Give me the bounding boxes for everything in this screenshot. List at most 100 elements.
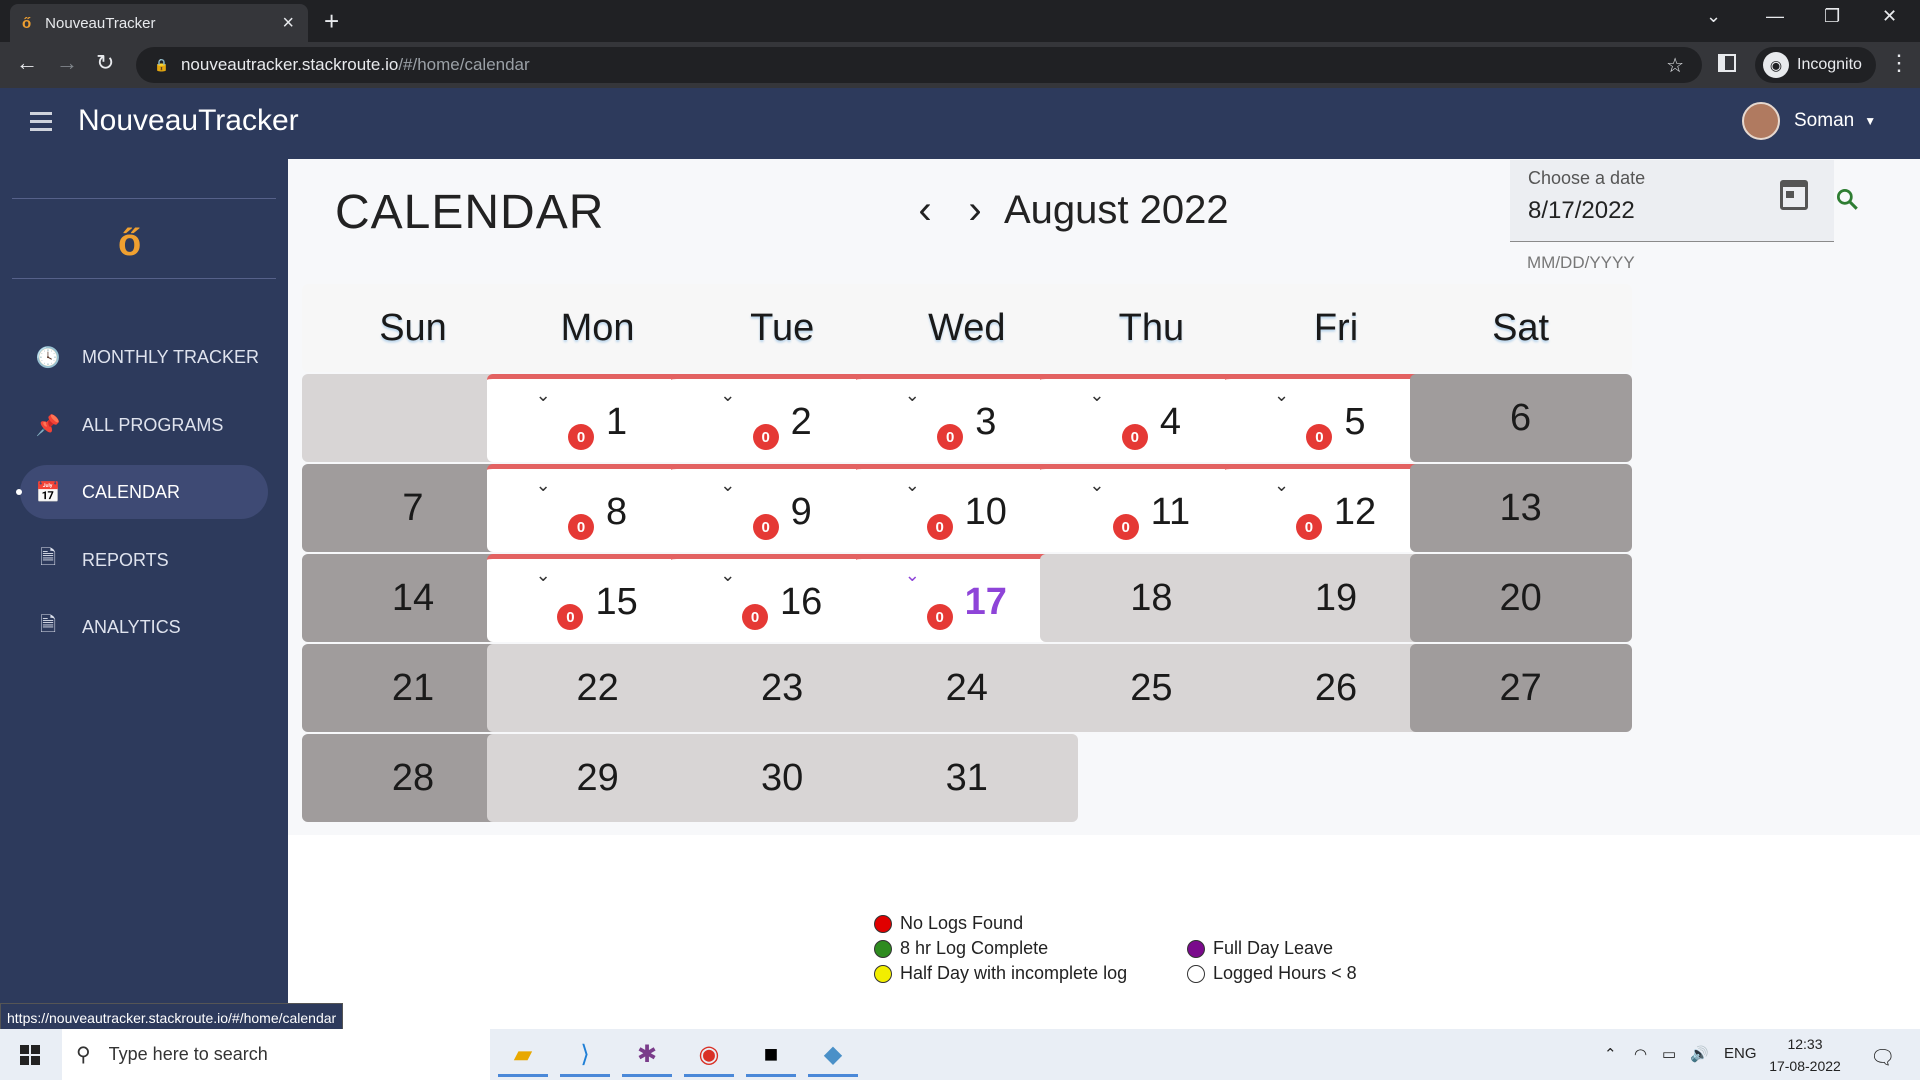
- expand-chevron-icon[interactable]: ⌄: [536, 565, 551, 586]
- day-number: 21: [391, 666, 435, 709]
- app-title: NouveauTracker: [78, 104, 299, 137]
- active-indicator: [16, 489, 22, 495]
- sidebar-item-reports[interactable]: 🗎 REPORTS: [20, 533, 268, 587]
- volume-icon[interactable]: 🔊: [1690, 1045, 1709, 1063]
- day-number: 30: [761, 756, 804, 799]
- window-close-icon[interactable]: ✕: [1882, 6, 1897, 27]
- day-number: 11: [1150, 491, 1191, 533]
- browser-tab-strip: ő NouveauTracker × + ⌄ — ❐ ✕: [0, 0, 1920, 42]
- incognito-icon: ◉: [1763, 52, 1789, 78]
- app-favicon-icon: ő: [22, 14, 32, 32]
- log-count-badge: 0: [926, 604, 953, 630]
- day-cell[interactable]: 13: [1409, 464, 1632, 552]
- sidebar-item-analytics[interactable]: 🗎 ANALYTICS: [20, 600, 268, 654]
- log-count-badge: 0: [937, 424, 964, 450]
- expand-chevron-icon[interactable]: ⌄: [1274, 385, 1289, 406]
- bookmark-star-icon[interactable]: ☆: [1666, 53, 1684, 78]
- legend-label: Half Day with incomplete log: [900, 963, 1128, 983]
- log-count-badge: 0: [926, 514, 953, 540]
- side-panel-icon[interactable]: [1718, 54, 1736, 72]
- address-bar[interactable]: 🔒 nouveautracker.stackroute.io/#/home/ca…: [136, 47, 1702, 83]
- windows-start-icon[interactable]: [20, 1045, 40, 1065]
- day-number: 10: [964, 491, 1007, 533]
- legend-dot: [1187, 964, 1205, 983]
- chrome-icon[interactable]: ◉: [684, 1035, 734, 1077]
- taskbar-search-box[interactable]: ⚲ Type here to search: [62, 1029, 490, 1080]
- browser-menu-icon[interactable]: ⋮: [1888, 50, 1910, 76]
- legend-label: No Logs Found: [900, 913, 1024, 933]
- date-field-value[interactable]: 8/17/2022: [1528, 197, 1816, 225]
- log-count-badge: 0: [557, 604, 584, 630]
- minimize-icon[interactable]: —: [1766, 6, 1784, 27]
- day-cell[interactable]: 20: [1409, 554, 1632, 642]
- notifications-icon[interactable]: 🗨: [1870, 1045, 1895, 1070]
- search-icon[interactable]: [1834, 186, 1860, 212]
- intellij-icon[interactable]: ■: [746, 1035, 796, 1077]
- weekday-header: Sat: [1409, 284, 1632, 372]
- expand-chevron-icon[interactable]: ⌄: [720, 475, 735, 496]
- hamburger-menu-icon[interactable]: [30, 112, 52, 136]
- language-indicator[interactable]: ENG: [1724, 1045, 1757, 1062]
- new-tab-icon[interactable]: +: [324, 6, 339, 37]
- expand-chevron-icon[interactable]: ⌄: [1274, 475, 1289, 496]
- tab-title: NouveauTracker: [45, 14, 156, 32]
- expand-chevron-icon[interactable]: ⌄: [905, 385, 920, 406]
- date-picker-field[interactable]: Choose a date 8/17/2022: [1510, 160, 1834, 242]
- incognito-label: Incognito: [1797, 56, 1862, 73]
- day-cell[interactable]: 27: [1409, 644, 1632, 732]
- user-menu[interactable]: Soman ▼: [1742, 102, 1876, 140]
- avatar: [1742, 102, 1780, 140]
- link-status-bubble: https://nouveautracker.stackroute.io/#/h…: [0, 1003, 344, 1030]
- restore-icon[interactable]: ❐: [1824, 6, 1840, 27]
- tab-search-icon[interactable]: ⌄: [1706, 6, 1721, 27]
- legend-area: [288, 835, 1920, 1029]
- expand-chevron-icon[interactable]: ⌄: [720, 565, 735, 586]
- legend-dot: [874, 964, 892, 983]
- system-clock[interactable]: 12:33 17-08-2022: [1766, 1033, 1844, 1077]
- calendar-icon: 📅: [35, 481, 61, 504]
- back-icon[interactable]: ←: [16, 50, 38, 76]
- day-number: 22: [576, 666, 619, 709]
- tab-close-icon[interactable]: ×: [282, 12, 294, 35]
- battery-icon[interactable]: ▭: [1662, 1045, 1676, 1063]
- calendar-picker-icon[interactable]: [1780, 180, 1808, 210]
- month-label: August 2022: [1004, 188, 1229, 232]
- legend-label: Full Day Leave: [1213, 938, 1334, 958]
- next-month-icon[interactable]: ›: [950, 188, 1000, 233]
- legend-item: Half Day with incomplete log: [874, 963, 1127, 984]
- expand-chevron-icon[interactable]: ⌄: [1089, 475, 1104, 496]
- expand-chevron-icon[interactable]: ⌄: [536, 385, 551, 406]
- log-count-badge: 0: [1306, 424, 1333, 450]
- slack-icon[interactable]: ✱: [622, 1035, 672, 1077]
- reload-icon[interactable]: ↻: [96, 50, 114, 76]
- day-number: 19: [1314, 576, 1358, 619]
- sidebar-item-monthly-tracker[interactable]: 🕓 MONTHLY TRACKER: [20, 330, 268, 384]
- forward-icon[interactable]: →: [56, 50, 78, 76]
- vscode-icon[interactable]: ⟩: [560, 1035, 610, 1077]
- day-number: 20: [1499, 576, 1542, 619]
- expand-chevron-icon[interactable]: ⌄: [905, 565, 920, 586]
- app-icon[interactable]: ◆: [808, 1035, 858, 1077]
- sidebar-item-calendar[interactable]: 📅 CALENDAR: [20, 465, 268, 519]
- chevron-up-icon[interactable]: ⌃: [1604, 1045, 1617, 1063]
- file-explorer-icon[interactable]: ▰: [498, 1035, 548, 1077]
- day-number: 1: [606, 401, 628, 443]
- previous-month-icon[interactable]: ‹: [900, 188, 950, 233]
- sidebar-item-all-programs[interactable]: 📌 ALL PROGRAMS: [20, 398, 268, 452]
- log-count-badge: 0: [742, 604, 769, 630]
- expand-chevron-icon[interactable]: ⌄: [1089, 385, 1104, 406]
- legend-item: No Logs Found: [874, 913, 1023, 934]
- expand-chevron-icon[interactable]: ⌄: [536, 475, 551, 496]
- brand-logo-icon: ő: [118, 222, 142, 264]
- sidebar-item-label: MONTHLY TRACKER: [82, 346, 260, 367]
- wifi-icon[interactable]: ◠: [1634, 1045, 1647, 1063]
- day-cell[interactable]: 31: [855, 734, 1078, 822]
- browser-tab[interactable]: ő NouveauTracker ×: [10, 4, 308, 42]
- day-cell[interactable]: 6: [1409, 374, 1632, 462]
- incognito-profile-button[interactable]: ◉ Incognito: [1755, 47, 1876, 83]
- expand-chevron-icon[interactable]: ⌄: [720, 385, 735, 406]
- day-number: 7: [402, 486, 424, 529]
- day-number: 31: [945, 756, 988, 799]
- expand-chevron-icon[interactable]: ⌄: [905, 475, 920, 496]
- sidebar-item-label: REPORTS: [82, 549, 169, 570]
